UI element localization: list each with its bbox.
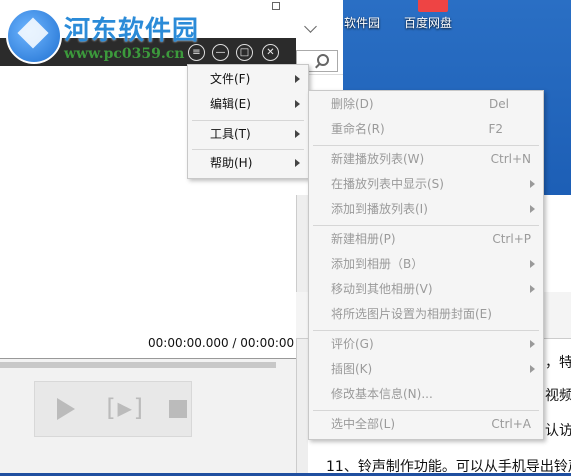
menu-item-rating[interactable]: 评价(G) <box>309 332 543 357</box>
doc-text-line: 认访问 <box>545 423 571 439</box>
site-logo-icon <box>6 8 62 64</box>
chevron-down-icon[interactable] <box>304 20 317 33</box>
menu-item-label: 将所选图片设置为相册封面(E) <box>331 307 492 321</box>
desktop-icon-label: 软件园 <box>344 16 381 30</box>
menu-item-new-playlist[interactable]: 新建播放列表(W) Ctrl+N <box>309 147 543 172</box>
submenu-arrow-icon <box>530 180 535 188</box>
menu-item-edit[interactable]: 编辑(E) <box>188 92 308 117</box>
menu-shortcut: Del <box>489 97 509 111</box>
menu-item-set-album-cover[interactable]: 将所选图片设置为相册封面(E) <box>309 302 543 327</box>
menu-separator <box>313 330 539 331</box>
step-frame-icon[interactable]: [▶] <box>103 394 146 422</box>
menu-item-label: 编辑(E) <box>210 97 251 111</box>
doc-text-line: 视频 <box>545 388 571 404</box>
seek-bar[interactable] <box>0 362 276 368</box>
menu-item-rename[interactable]: 重命名(R) F2 <box>309 117 543 142</box>
desktop-icon-software-park[interactable]: 软件园 <box>344 2 394 38</box>
menu-item-label: 修改基本信息(N)... <box>331 387 433 401</box>
menu-item-add-to-album[interactable]: 添加到相册（B） <box>309 252 543 277</box>
close-icon[interactable]: ✕ <box>262 44 279 61</box>
menu-item-label: 工具(T) <box>210 127 251 141</box>
menu-item-label: 移动到其他相册(V) <box>331 282 433 296</box>
menu-item-illustration[interactable]: 插图(K) <box>309 357 543 382</box>
menu-item-label: 选中全部(L) <box>331 417 396 431</box>
menu-item-file[interactable]: 文件(F) <box>188 67 308 92</box>
playback-timecode: 00:00:00.000 / 00:00:00 <box>148 336 295 350</box>
minimize-icon[interactable]: — <box>212 44 229 61</box>
main-menu: 文件(F) 编辑(E) 工具(T) 帮助(H) <box>187 64 309 179</box>
submenu-arrow-icon <box>295 130 300 138</box>
submenu-arrow-icon <box>530 340 535 348</box>
menu-item-label: 新建播放列表(W) <box>331 152 425 166</box>
doc-text-line: ，特另 <box>545 355 571 371</box>
playback-controls: [▶] <box>34 381 192 437</box>
menu-item-delete[interactable]: 删除(D) Del <box>309 92 543 117</box>
watermark-title: 河东软件园 <box>64 16 200 46</box>
submenu-arrow-icon <box>530 365 535 373</box>
menu-shortcut: F2 <box>488 122 503 136</box>
menu-item-label: 添加到相册（B） <box>331 257 424 271</box>
menu-separator <box>313 410 539 411</box>
menu-item-label: 评价(G) <box>331 337 374 351</box>
menu-item-tools[interactable]: 工具(T) <box>188 122 308 147</box>
menu-item-label: 添加到播放列表(I) <box>331 202 428 216</box>
desktop-icon-baidu-netdisk[interactable]: 百度网盘 <box>404 0 464 38</box>
submenu-arrow-icon <box>295 75 300 83</box>
menu-item-add-to-playlist[interactable]: 添加到播放列表(I) <box>309 197 543 222</box>
menu-item-label: 插图(K) <box>331 362 373 376</box>
menu-separator <box>192 149 304 150</box>
window-control-icon[interactable] <box>272 2 280 10</box>
menu-item-edit-info[interactable]: 修改基本信息(N)... <box>309 382 543 407</box>
menu-item-label: 新建相册(P) <box>331 232 396 246</box>
search-icon <box>317 54 329 66</box>
doc-text-line: 11、铃声制作功能。可以从手机导出铃声 <box>326 459 571 475</box>
submenu-arrow-icon <box>530 285 535 293</box>
menu-item-new-album[interactable]: 新建相册(P) Ctrl+P <box>309 227 543 252</box>
desktop-icon-label: 百度网盘 <box>404 16 453 30</box>
maximize-icon[interactable]: □ <box>236 44 253 61</box>
menu-item-label: 帮助(H) <box>210 156 253 170</box>
menu-shortcut: Ctrl+A <box>491 417 531 431</box>
menu-item-label: 文件(F) <box>210 72 251 86</box>
menu-item-help[interactable]: 帮助(H) <box>188 151 308 176</box>
submenu-arrow-icon <box>295 100 300 108</box>
menu-shortcut: Ctrl+P <box>492 232 531 246</box>
menu-item-show-in-playlist[interactable]: 在播放列表中显示(S) <box>309 172 543 197</box>
menu-item-move-to-album[interactable]: 移动到其他相册(V) <box>309 277 543 302</box>
watermark-url: www.pc0359.cn <box>64 46 185 62</box>
submenu-arrow-icon <box>530 205 535 213</box>
edit-submenu: 删除(D) Del 重命名(R) F2 新建播放列表(W) Ctrl+N 在播放… <box>308 90 544 440</box>
menu-item-select-all[interactable]: 选中全部(L) Ctrl+A <box>309 412 543 437</box>
play-icon[interactable] <box>57 398 75 420</box>
menu-item-label: 在播放列表中显示(S) <box>331 177 444 191</box>
menu-item-label: 重命名(R) <box>331 122 385 136</box>
menu-separator <box>192 120 304 121</box>
baidu-netdisk-icon <box>418 0 448 12</box>
menu-shortcut: Ctrl+N <box>490 152 531 166</box>
menu-separator <box>313 145 539 146</box>
submenu-arrow-icon <box>295 159 300 167</box>
stop-icon[interactable] <box>169 400 187 418</box>
submenu-arrow-icon <box>530 260 535 268</box>
menu-separator <box>313 225 539 226</box>
menu-item-label: 删除(D) <box>331 97 374 111</box>
